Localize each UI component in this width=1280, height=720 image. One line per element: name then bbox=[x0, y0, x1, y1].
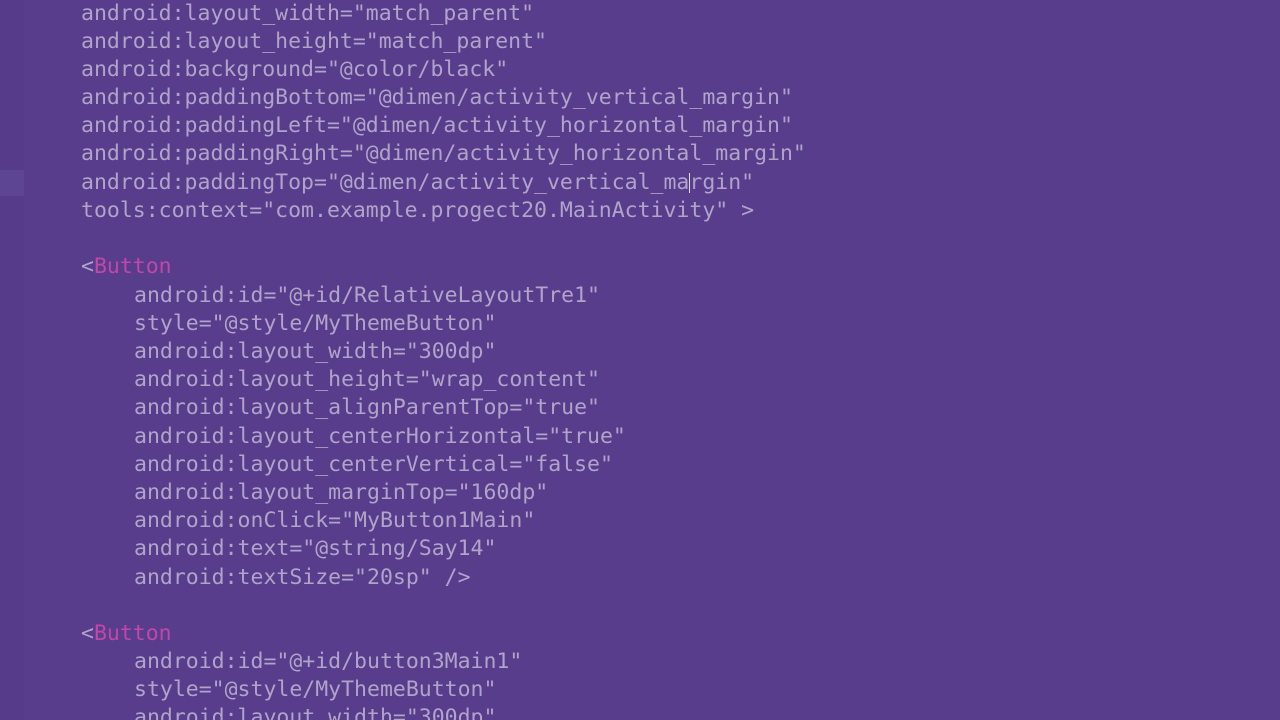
code-line: android:layout_width="300dp" bbox=[134, 339, 497, 364]
code-line: android:id="@+id/button3Main1" bbox=[134, 649, 523, 674]
code-text-before-caret: android:paddingTop="@dimen/activity_vert… bbox=[81, 170, 690, 195]
code-line: android:paddingBottom="@dimen/activity_v… bbox=[81, 85, 793, 110]
code-line: android:layout_marginTop="160dp" bbox=[134, 480, 549, 505]
code-line: android:layout_height="match_parent" bbox=[81, 29, 547, 54]
code-line: style="@style/MyThemeButton" bbox=[134, 311, 497, 336]
code-text-after-caret: rgin" bbox=[689, 170, 755, 195]
xml-tag-line: <Button bbox=[81, 253, 172, 281]
tag-open-bracket: < bbox=[81, 254, 94, 279]
code-line: android:text="@string/Say14" bbox=[134, 536, 497, 561]
code-line: android:onClick="MyButton1Main" bbox=[134, 508, 536, 533]
code-line: tools:context="com.example.progect20.Mai… bbox=[81, 198, 755, 223]
code-line: android:paddingRight="@dimen/activity_ho… bbox=[81, 141, 806, 166]
code-line: android:layout_width="300dp" bbox=[134, 705, 497, 720]
xml-tag-name: Button bbox=[93, 621, 172, 646]
code-line: android:layout_width="match_parent" bbox=[81, 1, 535, 26]
code-line: android:layout_alignParentTop="true" bbox=[134, 395, 600, 420]
code-line: android:layout_centerVertical="false" bbox=[134, 452, 613, 477]
code-editor[interactable]: android:layout_width="match_parent" andr… bbox=[0, 0, 1280, 720]
code-area[interactable]: android:layout_width="match_parent" andr… bbox=[0, 0, 1280, 720]
tag-open-bracket: < bbox=[81, 621, 94, 646]
xml-tag-name: Button bbox=[93, 254, 172, 279]
code-line: style="@style/MyThemeButton" bbox=[134, 677, 497, 702]
code-line: android:paddingLeft="@dimen/activity_hor… bbox=[81, 113, 793, 138]
code-line: android:layout_height="wrap_content" bbox=[134, 367, 600, 392]
code-line: android:background="@color/black" bbox=[81, 57, 509, 82]
xml-tag-line: <Button bbox=[81, 620, 172, 648]
code-line-current: android:paddingTop="@dimen/activity_vert… bbox=[81, 169, 754, 197]
code-line: android:textSize="20sp" /> bbox=[134, 565, 471, 590]
code-line: android:id="@+id/RelativeLayoutTre1" bbox=[134, 283, 600, 308]
code-line: android:layout_centerHorizontal="true" bbox=[134, 424, 626, 449]
